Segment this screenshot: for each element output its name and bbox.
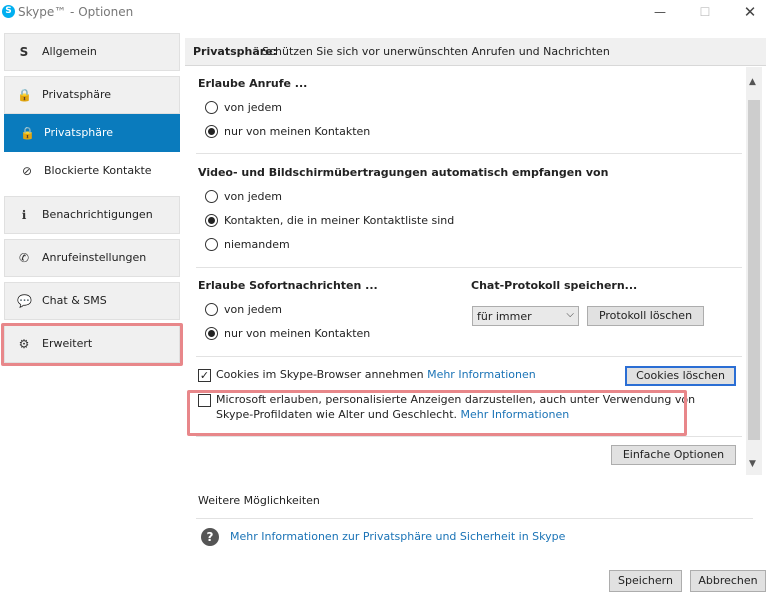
info-icon: ℹ (21, 208, 27, 222)
save-button[interactable]: Speichern (609, 570, 682, 592)
scroll-down-icon[interactable]: ▼ (749, 459, 756, 469)
lock-icon: 🔒 (20, 126, 35, 140)
help-icon: ? (201, 528, 219, 546)
cancel-button[interactable]: Abbrechen (690, 570, 766, 592)
simple-options-button[interactable]: Einfache Optionen (611, 445, 736, 465)
sidebar-subitem-privatsphaere[interactable]: 🔒 Privatsphäre (4, 114, 180, 152)
radio-label: nur von meinen Kontakten (224, 125, 371, 138)
privacy-help-link[interactable]: Mehr Informationen zur Privatsphäre und … (230, 530, 565, 543)
options-sidebar: S Allgemein 🔒 Privatsphäre 🔒 Privatsphär… (0, 30, 184, 600)
chat-history-title: Chat-Protokoll speichern... (471, 279, 638, 292)
chat-icon: 💬 (17, 294, 32, 308)
lock-icon: 🔒 (17, 88, 32, 102)
scroll-thumb[interactable] (748, 100, 760, 440)
sidebar-item-allgemein[interactable]: S Allgemein (4, 33, 180, 71)
title-bar: S Skype™ - Optionen — ☐ ✕ (0, 0, 771, 26)
radio-button[interactable] (205, 303, 218, 316)
divider (196, 436, 742, 437)
phone-icon: ✆ (18, 251, 30, 265)
im-section-title: Erlaube Sofortnachrichten ... (198, 279, 378, 292)
sidebar-item-label: Chat & SMS (42, 294, 107, 307)
radio-button[interactable] (205, 101, 218, 114)
cookies-label-text: Cookies im Skype-Browser annehmen (216, 368, 424, 381)
skype-icon: S (19, 45, 29, 59)
panel-header-description: Schützen Sie sich vor unerwünschten Anru… (262, 45, 610, 58)
more-options-title: Weitere Möglichkeiten (198, 494, 320, 507)
window-title: Skype™ - Optionen (18, 5, 134, 19)
radio-label: von jedem (224, 101, 282, 114)
sidebar-item-label: Privatsphäre (44, 126, 114, 139)
panel-scrollbar[interactable]: ▲ ▼ (746, 67, 762, 475)
cookies-more-info-link[interactable]: Mehr Informationen (427, 368, 536, 381)
sidebar-item-anrufeinstellungen[interactable]: ✆ Anrufeinstellungen (4, 239, 180, 277)
sidebar-subitem-blockierte-kontakte[interactable]: ⊘ Blockierte Kontakte (4, 152, 180, 190)
radio-button[interactable] (205, 214, 218, 227)
delete-cookies-button[interactable]: Cookies löschen (625, 366, 736, 386)
radio-label: von jedem (224, 190, 282, 203)
sidebar-item-label: Benachrichtigungen (42, 208, 153, 221)
chat-history-select[interactable]: für immer ⌵ (472, 306, 579, 326)
cookies-checkbox[interactable]: ✓ (198, 369, 211, 382)
scroll-up-icon[interactable]: ▲ (749, 77, 756, 87)
sidebar-item-label: Privatsphäre (42, 88, 112, 101)
radio-label: von jedem (224, 303, 282, 316)
chevron-down-icon: ⌵ (566, 309, 574, 320)
sidebar-item-label: Allgemein (42, 45, 97, 58)
maximize-button[interactable]: ☐ (691, 2, 719, 22)
radio-label: niemandem (224, 238, 290, 251)
divider (196, 518, 753, 519)
highlight-erweitert (1, 323, 183, 366)
divider (196, 267, 742, 268)
panel-header: Privatsphäre: Schützen Sie sich vor uner… (185, 38, 766, 66)
radio-button[interactable] (205, 327, 218, 340)
divider (196, 356, 742, 357)
close-button[interactable]: ✕ (736, 2, 764, 22)
radio-label: nur von meinen Kontakten (224, 327, 371, 340)
calls-section-title: Erlaube Anrufe ... (198, 77, 308, 90)
skype-app-icon: S (2, 5, 15, 18)
video-section-title: Video- und Bildschirmübertragungen autom… (198, 166, 609, 179)
chat-history-select-value: für immer (477, 310, 532, 323)
sidebar-item-chat-sms[interactable]: 💬 Chat & SMS (4, 282, 180, 320)
radio-button[interactable] (205, 190, 218, 203)
highlight-ads-option (187, 390, 687, 436)
sidebar-item-label: Anrufeinstellungen (42, 251, 147, 264)
sidebar-item-benachrichtigungen[interactable]: ℹ Benachrichtigungen (4, 196, 180, 234)
radio-button[interactable] (205, 125, 218, 138)
blocked-icon: ⊘ (21, 164, 33, 178)
sidebar-item-privatsphaere[interactable]: 🔒 Privatsphäre (4, 76, 180, 114)
minimize-button[interactable]: — (646, 2, 674, 22)
clear-history-button[interactable]: Protokoll löschen (587, 306, 704, 326)
divider (196, 153, 742, 154)
radio-label: Kontakten, die in meiner Kontaktliste si… (224, 214, 455, 227)
sidebar-item-label: Blockierte Kontakte (44, 164, 152, 177)
radio-button[interactable] (205, 238, 218, 251)
cookies-label: Cookies im Skype-Browser annehmen Mehr I… (216, 368, 536, 381)
privacy-panel: Privatsphäre: Schützen Sie sich vor uner… (185, 38, 766, 558)
